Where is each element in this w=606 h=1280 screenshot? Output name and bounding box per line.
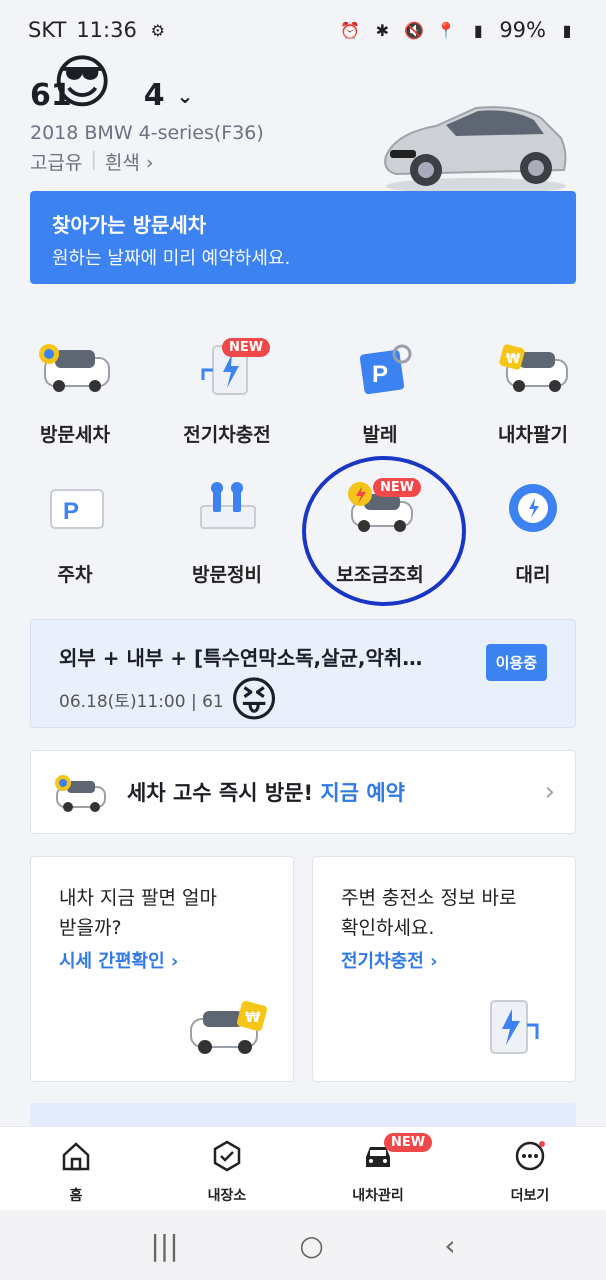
card-link[interactable]: 전기차충전 › <box>341 947 547 973</box>
visit-wash-banner[interactable]: 찾아가는 방문세차 원하는 날짜에 미리 예약하세요. <box>30 191 576 284</box>
divider: | <box>90 148 97 170</box>
nav-home[interactable]: 홈 <box>16 1139 136 1205</box>
mute-icon: 🔇 <box>404 20 425 40</box>
reserve-now-link[interactable]: 지금 예약 <box>320 781 405 805</box>
battery-level: 99% <box>499 18 546 42</box>
service-parking[interactable]: P 주차 <box>0 476 150 596</box>
svg-text:₩: ₩ <box>245 1010 261 1026</box>
price-check-card[interactable]: 내차 지금 팔면 얼마 받을까? 시세 간편확인 › ₩ <box>30 856 294 1082</box>
clock: 11:36 <box>76 18 137 42</box>
valet-parking-icon: P <box>359 344 412 395</box>
recents-button[interactable]: ||| <box>150 1229 178 1262</box>
visit-text-main: 세차 고수 즉시 방문! <box>127 781 321 805</box>
svg-text:P: P <box>63 498 79 525</box>
parking-icon: P <box>50 489 104 529</box>
service-valet[interactable]: P 발레 <box>305 336 455 456</box>
car-details: 고급유 | 흰색 › <box>30 148 153 175</box>
tongue-emoji-sticker: 😝 <box>229 672 280 728</box>
hand-drawn-circle-highlight <box>302 456 466 606</box>
car-image <box>384 106 567 194</box>
steering-wheel-icon <box>509 484 557 532</box>
location-icon: 📍 <box>436 20 457 40</box>
card-line2: 확인하세요. <box>341 917 435 939</box>
visit-text: 세차 고수 즉시 방문! 지금 예약 <box>127 777 405 807</box>
battery-icon: ▮ <box>562 20 572 40</box>
service-date: 06.18(토)11:00 | 61 <box>59 692 224 712</box>
nav-places[interactable]: 내장소 <box>167 1139 287 1205</box>
notification-icons: ⚙ <box>150 20 166 40</box>
new-badge: NEW <box>222 338 271 357</box>
current-service-card[interactable]: 외부 + 내부 + [특수연막소독,살균,악취제… 06.18(토)11:00 … <box>30 619 576 728</box>
service-ev-charge[interactable]: NEW 전기차충전 <box>152 336 302 456</box>
nav-label: 더보기 <box>510 1188 550 1204</box>
chevron-right-icon: › <box>544 777 555 807</box>
card-line1: 내차 지금 팔면 얼마 <box>59 887 217 909</box>
fuel-type: 고급유 <box>30 152 83 174</box>
service-label: 전기차충전 <box>183 424 271 446</box>
svg-text:₩: ₩ <box>506 352 521 367</box>
service-title: 외부 + 내부 + [특수연막소독,살균,악취제… <box>59 646 439 670</box>
nav-label: 홈 <box>69 1188 83 1204</box>
signal-icon: ▮ <box>473 20 483 40</box>
places-icon <box>213 1140 241 1172</box>
home-button[interactable]: ○ <box>299 1229 323 1262</box>
card-line1: 주변 충전소 정보 바로 <box>341 887 517 909</box>
chevron-down-icon[interactable]: ⌄ <box>177 84 194 108</box>
new-badge: NEW <box>384 1133 433 1152</box>
alarm-icon: ⏰ <box>340 20 361 40</box>
bottom-nav: 홈 내장소 NEW 내차관리 더보기 <box>0 1126 606 1210</box>
carrier: SKT <box>28 18 67 42</box>
car-model: 2018 BMW 4-series(F36) <box>30 122 264 144</box>
sell-car-icon: ₩ <box>190 1000 268 1054</box>
service-label: 방문정비 <box>192 564 262 586</box>
bluetooth-icon: ✱ <box>375 20 390 40</box>
service-label: 방문세차 <box>40 424 110 446</box>
ev-charge-icon <box>490 1000 539 1054</box>
car-wash-icon <box>55 775 106 812</box>
service-driver[interactable]: 대리 <box>458 476 606 596</box>
banner-title: 찾아가는 방문세차 <box>52 213 207 237</box>
card-link[interactable]: 시세 간편확인 › <box>59 947 265 973</box>
car-wash-icon <box>39 344 110 392</box>
back-button[interactable]: ‹ <box>444 1229 455 1262</box>
sell-car-icon: ₩ <box>499 344 568 392</box>
nav-label: 내장소 <box>207 1188 247 1204</box>
more-icon <box>515 1141 545 1171</box>
charging-station-card[interactable]: 주변 충전소 정보 바로 확인하세요. 전기차충전 › <box>312 856 576 1082</box>
service-label: 내차팔기 <box>498 424 568 446</box>
in-use-badge: 이용중 <box>485 644 547 681</box>
system-nav-bar: ||| ○ ‹ <box>0 1210 606 1280</box>
service-label: 주차 <box>57 564 93 586</box>
svg-text:P: P <box>372 361 388 388</box>
service-car-wash[interactable]: 방문세차 <box>0 336 150 456</box>
service-sell-car[interactable]: ₩ 내차팔기 <box>458 336 606 456</box>
nav-more[interactable]: 더보기 <box>470 1139 590 1205</box>
service-maintenance[interactable]: 방문정비 <box>152 476 302 596</box>
toolbox-icon <box>200 482 256 529</box>
nav-label: 내차관리 <box>352 1188 404 1204</box>
sunglasses-emoji-sticker: 😎 <box>52 48 113 116</box>
car-header: 61 4 ⌄ 😎 2018 BMW 4-series(F36) 고급유 | 흰색… <box>30 48 576 194</box>
banner-subtitle: 원하는 날짜에 미리 예약하세요. <box>52 248 291 269</box>
plate-number-suffix: 4 <box>143 78 165 113</box>
nav-car-manage[interactable]: NEW 내차관리 <box>318 1133 438 1205</box>
home-icon <box>62 1142 90 1171</box>
service-label: 대리 <box>515 564 551 586</box>
car-color-link[interactable]: 흰색 › <box>105 148 154 175</box>
instant-visit-row[interactable]: 세차 고수 즉시 방문! 지금 예약 › <box>30 750 576 834</box>
service-label: 발레 <box>362 424 398 446</box>
card-line2: 받을까? <box>59 917 122 939</box>
